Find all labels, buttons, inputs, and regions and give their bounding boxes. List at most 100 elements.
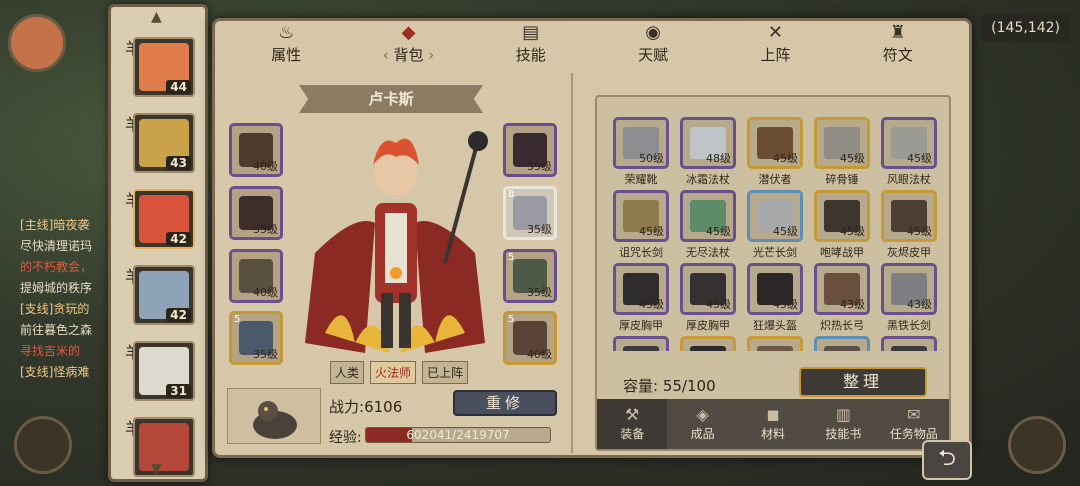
hero-list[interactable]: ▲ 44羊 43羊 42羊 42羊 31羊羊 ▼ bbox=[108, 4, 208, 482]
hero-thumbnail[interactable]: 42 bbox=[133, 189, 195, 249]
hero-thumbnail[interactable]: 31 bbox=[133, 341, 195, 401]
crossed-swords-icon: ✕ bbox=[767, 22, 784, 43]
inventory-item[interactable]: 45级 狂爆头盔 bbox=[747, 263, 803, 332]
item-frame: 45级 bbox=[680, 190, 736, 242]
equipment-slot[interactable]: 40级 bbox=[229, 249, 283, 303]
inventory-item[interactable]: 43级 炽热长弓 bbox=[814, 263, 870, 332]
item-name: 风眼法杖 bbox=[887, 173, 931, 186]
inventory-tab-equipment[interactable]: ⚒ 装备 bbox=[597, 399, 668, 449]
inventory-item[interactable]: 45级 光芒长剑 bbox=[747, 190, 803, 259]
equipment-slot[interactable]: 35级 bbox=[229, 186, 283, 240]
item-level: 35级 bbox=[253, 348, 278, 361]
hero-thumbnail[interactable]: 44 bbox=[133, 37, 195, 97]
hero-card[interactable]: 42羊 bbox=[125, 187, 205, 253]
enhance-level: 5 bbox=[234, 314, 241, 325]
deploy-status-tag: 已上阵 bbox=[422, 361, 469, 384]
hero-card[interactable]: 31羊 bbox=[125, 339, 205, 405]
tab-runes[interactable]: ♜ 符文 bbox=[853, 22, 943, 65]
sort-button[interactable]: 整理 bbox=[799, 367, 927, 397]
hero-card[interactable]: 44羊 bbox=[125, 35, 205, 101]
hero-level: 43 bbox=[166, 156, 191, 170]
item-name: 碎骨锤 bbox=[825, 173, 859, 186]
hero-level: 42 bbox=[166, 308, 191, 322]
hero-card[interactable]: 羊 bbox=[125, 415, 205, 481]
quest-item[interactable]: [主线]暗夜袭 尽快清理诺玛 的不朽教会， 提姆城的秩序 bbox=[20, 215, 115, 299]
item-frame: 45级 bbox=[747, 117, 803, 169]
pet-icon[interactable] bbox=[14, 416, 72, 474]
equipment-slot[interactable]: 5 40级 bbox=[503, 311, 557, 365]
equipment-slot[interactable]: 8 35级 bbox=[503, 186, 557, 240]
inventory-panel: 50级 荣耀靴 48级 冰霜法杖 45级 潜伏者 45级 碎骨锤 45级 风眼法杖 45级 诅咒长剑 4… bbox=[595, 95, 951, 451]
item-frame: 45级 bbox=[881, 190, 937, 242]
hero-name: 卢卡斯 bbox=[299, 85, 483, 113]
inventory-item[interactable]: 45级 无尽法杖 bbox=[680, 190, 736, 259]
inventory-tab-skillbooks[interactable]: ▥ 技能书 bbox=[808, 399, 878, 449]
inventory-item[interactable]: 45级 风眼法杖 bbox=[881, 117, 937, 186]
hero-card[interactable]: 43羊 bbox=[125, 111, 205, 177]
equipment-slot[interactable]: 40级 bbox=[229, 123, 283, 177]
inventory-item[interactable]: 43级 黑铁长剑 bbox=[881, 263, 937, 332]
inventory-item[interactable] bbox=[881, 336, 937, 351]
quest-tracker[interactable]: [主线]暗夜袭 尽快清理诺玛 的不朽教会， 提姆城的秩序 [支线]贪玩的 前往暮… bbox=[20, 215, 115, 383]
hammer-icon: ⚒ bbox=[625, 405, 640, 424]
equipment-slot[interactable]: 5 35级 bbox=[503, 249, 557, 303]
item-level: 48级 bbox=[706, 152, 731, 165]
inventory-item[interactable]: 45级 潜伏者 bbox=[747, 117, 803, 186]
tab-talent[interactable]: ◉ 天赋 bbox=[608, 22, 698, 65]
inventory-tab-materials[interactable]: ◼ 材料 bbox=[738, 399, 808, 449]
player-portrait[interactable] bbox=[8, 14, 66, 72]
hero-panel: ♨属性 ◆背包 ▤技能 ◉天赋 ✕上阵 ♜符文 卢卡斯 40级 35级 40级 5 35… bbox=[212, 18, 972, 458]
inventory-item[interactable]: 45级 咆哮战甲 bbox=[814, 190, 870, 259]
hero-tags: 人类 火法师 已上阵 bbox=[330, 361, 469, 384]
inventory-item[interactable]: 50级 荣耀靴 bbox=[613, 117, 669, 186]
ore-icon: ◼ bbox=[766, 405, 780, 424]
inventory-item[interactable] bbox=[680, 336, 736, 351]
map-coordinates: (145,142) bbox=[981, 14, 1070, 42]
hero-level: 44 bbox=[166, 80, 191, 94]
inventory-tab-products[interactable]: ◈ 成品 bbox=[667, 399, 737, 449]
inventory-item[interactable]: 48级 冰霜法杖 bbox=[680, 117, 736, 186]
equipment-slot[interactable]: 35级 bbox=[503, 123, 557, 177]
scroll-down-icon[interactable]: ▼ bbox=[151, 461, 162, 477]
house-icon[interactable] bbox=[1008, 416, 1066, 474]
inventory-item[interactable] bbox=[613, 336, 669, 351]
tab-attributes[interactable]: ♨ 属性 bbox=[241, 22, 331, 65]
inventory-item[interactable]: 45级 诅咒长剑 bbox=[613, 190, 669, 259]
item-level: 45级 bbox=[773, 298, 798, 311]
item-frame: 45级 bbox=[613, 263, 669, 315]
item-level: 45级 bbox=[773, 152, 798, 165]
item-name: 诅咒长剑 bbox=[619, 246, 663, 259]
item-name: 荣耀靴 bbox=[624, 173, 658, 186]
eye-icon: ◉ bbox=[645, 22, 661, 43]
item-frame bbox=[881, 336, 937, 351]
inventory-item[interactable] bbox=[747, 336, 803, 351]
item-level: 45级 bbox=[639, 298, 664, 311]
hero-thumbnail[interactable]: 43 bbox=[133, 113, 195, 173]
hero-thumbnail[interactable]: 42 bbox=[133, 265, 195, 325]
tab-backpack[interactable]: ◆背包 bbox=[363, 22, 453, 65]
item-name: 厚皮胸甲 bbox=[619, 319, 663, 332]
inventory-item[interactable]: 45级 灰烬皮甲 bbox=[881, 190, 937, 259]
inventory-item[interactable]: 45级 碎骨锤 bbox=[814, 117, 870, 186]
race-tag: 人类 bbox=[330, 361, 365, 384]
inventory-item[interactable]: 45级厚皮胸甲 bbox=[613, 263, 669, 332]
pet-avatar[interactable] bbox=[227, 388, 321, 444]
back-button[interactable]: ⮌ bbox=[922, 440, 972, 480]
inventory-item[interactable] bbox=[814, 336, 870, 351]
tab-deploy[interactable]: ✕ 上阵 bbox=[730, 22, 820, 65]
quest-item[interactable]: [支线]怪病难 bbox=[20, 362, 115, 383]
item-frame: 45级 bbox=[747, 190, 803, 242]
item-level: 45级 bbox=[840, 225, 865, 238]
hero-card[interactable]: 42羊 bbox=[125, 263, 205, 329]
tab-skills[interactable]: ▤ 技能 bbox=[486, 22, 576, 65]
hero-thumbnail[interactable] bbox=[133, 417, 195, 477]
rune-icon: ♜ bbox=[889, 22, 906, 43]
inventory-item[interactable]: 45级 厚皮胸甲 bbox=[680, 263, 736, 332]
inventory-grid[interactable]: 50级 荣耀靴 48级 冰霜法杖 45级 潜伏者 45级 碎骨锤 45级 风眼法杖 45级 诅咒长剑 4… bbox=[609, 115, 941, 351]
quest-item[interactable]: [支线]贪玩的 前往暮色之森 寻找吉米的 bbox=[20, 299, 115, 362]
rebuild-button[interactable]: 重修 bbox=[453, 390, 557, 416]
equipment-slot[interactable]: 5 35级 bbox=[229, 311, 283, 365]
scroll-up-icon[interactable]: ▲ bbox=[151, 9, 162, 25]
item-frame: 48级 bbox=[680, 117, 736, 169]
item-frame bbox=[747, 336, 803, 351]
